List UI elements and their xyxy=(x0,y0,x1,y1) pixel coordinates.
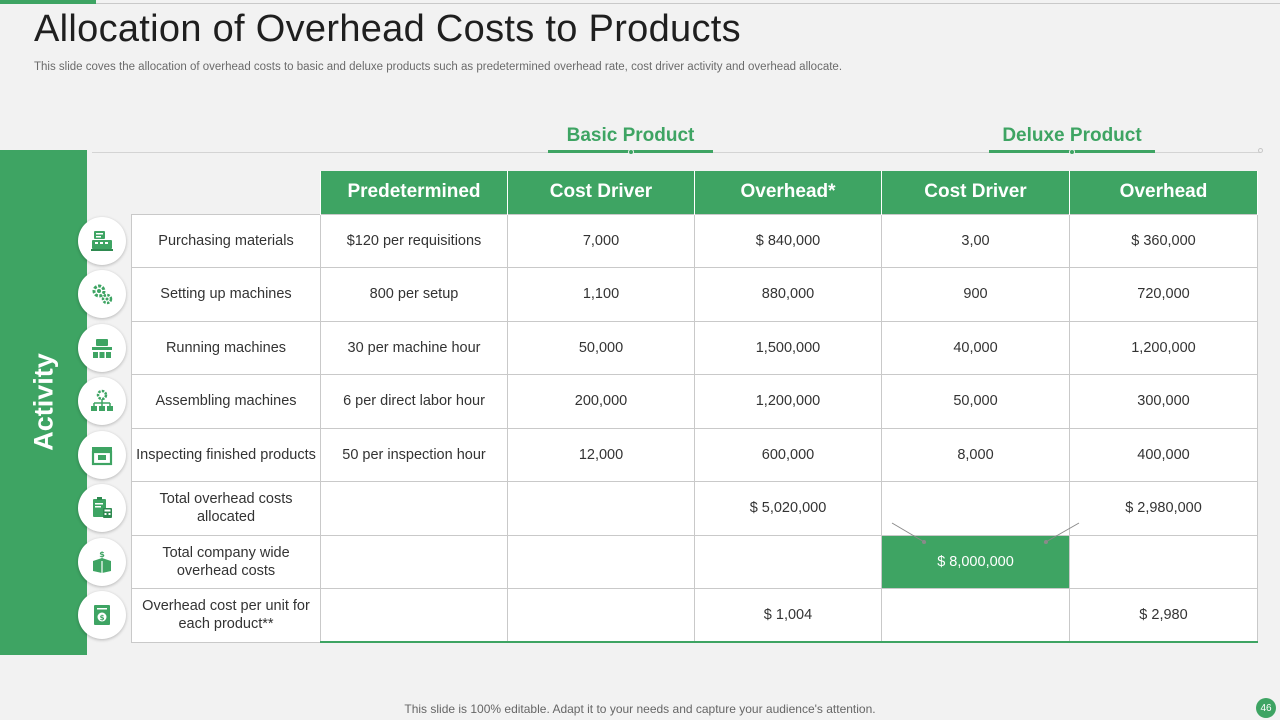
header-basic-overhead: Overhead* xyxy=(694,171,882,214)
deluxe-product-header: Deluxe Product xyxy=(989,125,1155,155)
table-cell: 1,500,000 xyxy=(694,320,882,375)
purchase-register-icon xyxy=(78,217,126,265)
inspection-box-icon xyxy=(78,431,126,479)
header-row: Predetermined Cost Driver Overhead* Cost… xyxy=(132,171,1258,214)
top-divider xyxy=(96,3,1280,4)
deluxe-product-dot xyxy=(1069,149,1075,155)
svg-text:$: $ xyxy=(100,614,105,622)
table-cell: 400,000 xyxy=(1069,427,1258,482)
table-cell: 6 per direct labor hour xyxy=(320,374,508,429)
table-row: Overhead cost per unit for each product*… xyxy=(131,588,1258,643)
slide-footer: This slide is 100% editable. Adapt it to… xyxy=(404,702,876,716)
overhead-table: Predetermined Cost Driver Overhead* Cost… xyxy=(131,171,1258,643)
table-cell: 50 per inspection hour xyxy=(320,427,508,482)
conveyor-machine-icon xyxy=(78,324,126,372)
table-cell xyxy=(881,481,1070,536)
basic-product-dot xyxy=(627,149,634,155)
gear-hierarchy-icon xyxy=(78,377,126,425)
table-row: Total overhead costs allocated $ 5,020,0… xyxy=(131,481,1258,536)
table-cell: 7,000 xyxy=(507,213,695,268)
table-cell: 720,000 xyxy=(1069,267,1258,322)
table-row: Total company wide overhead costs $ 8,00… xyxy=(131,534,1258,589)
table-cell: 50,000 xyxy=(881,374,1070,429)
table-cell: 1,200,000 xyxy=(1069,320,1258,375)
activity-cell: Assembling machines xyxy=(131,374,321,429)
table-row: Assembling machines 6 per direct labor h… xyxy=(131,374,1258,429)
table-cell xyxy=(507,481,695,536)
table-cell xyxy=(881,588,1070,643)
table-row: Purchasing materials $120 per requisitio… xyxy=(131,213,1258,268)
table-cell: 50,000 xyxy=(507,320,695,375)
table-cell: 200,000 xyxy=(507,374,695,429)
header-blank xyxy=(132,171,321,214)
table-cell: $ 5,020,000 xyxy=(694,481,882,536)
table-cell: 30 per machine hour xyxy=(320,320,508,375)
table-cell: $ 360,000 xyxy=(1069,213,1258,268)
table-cell xyxy=(320,534,508,589)
group-divider-end xyxy=(1258,148,1263,153)
table-cell: 12,000 xyxy=(507,427,695,482)
page-number-badge: 46 xyxy=(1256,698,1276,718)
table-cell: 900 xyxy=(881,267,1070,322)
gears-icon xyxy=(78,270,126,318)
table-cell: $ 840,000 xyxy=(694,213,882,268)
table-cell: 8,000 xyxy=(881,427,1070,482)
header-basic-cost-driver: Cost Driver xyxy=(507,171,695,214)
slide-title: Allocation of Overhead Costs to Products xyxy=(34,8,741,50)
table-cell: 800 per setup xyxy=(320,267,508,322)
table-cell: $120 per requisitions xyxy=(320,213,508,268)
table-cell: 600,000 xyxy=(694,427,882,482)
deluxe-product-label: Deluxe Product xyxy=(1002,125,1142,146)
clipboard-calculator-icon xyxy=(78,484,126,532)
activity-cell: Running machines xyxy=(131,320,321,375)
svg-text:$: $ xyxy=(99,550,105,559)
table-row: Inspecting finished products 50 per insp… xyxy=(131,427,1258,482)
table-row: Setting up machines 800 per setup 1,100 … xyxy=(131,267,1258,322)
table-cell xyxy=(1069,534,1258,589)
table-cell: $ 1,004 xyxy=(694,588,882,643)
table-cell xyxy=(320,481,508,536)
slide-subtitle: This slide coves the allocation of overh… xyxy=(34,61,843,73)
activity-cell: Setting up machines xyxy=(131,267,321,322)
top-accent-bar xyxy=(0,0,96,4)
header-deluxe-cost-driver: Cost Driver xyxy=(881,171,1070,214)
table-cell: 880,000 xyxy=(694,267,882,322)
table-cell: 1,200,000 xyxy=(694,374,882,429)
table-cell xyxy=(694,534,882,589)
table-cell xyxy=(507,534,695,589)
activity-cell: Total overhead costs allocated xyxy=(131,481,321,536)
table-cell: $ 2,980,000 xyxy=(1069,481,1258,536)
activity-label: Activity xyxy=(28,353,59,451)
activity-cell: Purchasing materials xyxy=(131,213,321,268)
activity-cell: Overhead cost per unit for each product*… xyxy=(131,588,321,643)
activity-cell: Total company wide overhead costs xyxy=(131,534,321,589)
table-cell: 300,000 xyxy=(1069,374,1258,429)
table-cell xyxy=(507,588,695,643)
total-company-overhead-cell: $ 8,000,000 xyxy=(881,534,1070,589)
table-row: Running machines 30 per machine hour 50,… xyxy=(131,320,1258,375)
dollar-document-icon: $ xyxy=(78,591,126,639)
table-cell: $ 2,980 xyxy=(1069,588,1258,643)
basic-product-label: Basic Product xyxy=(566,125,695,146)
activity-cell: Inspecting finished products xyxy=(131,427,321,482)
header-deluxe-overhead: Overhead xyxy=(1069,171,1258,214)
table-cell xyxy=(320,588,508,643)
table-cell: 1,100 xyxy=(507,267,695,322)
table-cell: 40,000 xyxy=(881,320,1070,375)
header-predetermined: Predetermined xyxy=(320,171,508,214)
basic-product-header: Basic Product xyxy=(548,125,713,155)
money-box-icon: $ xyxy=(78,538,126,586)
table-cell: 3,00 xyxy=(881,213,1070,268)
